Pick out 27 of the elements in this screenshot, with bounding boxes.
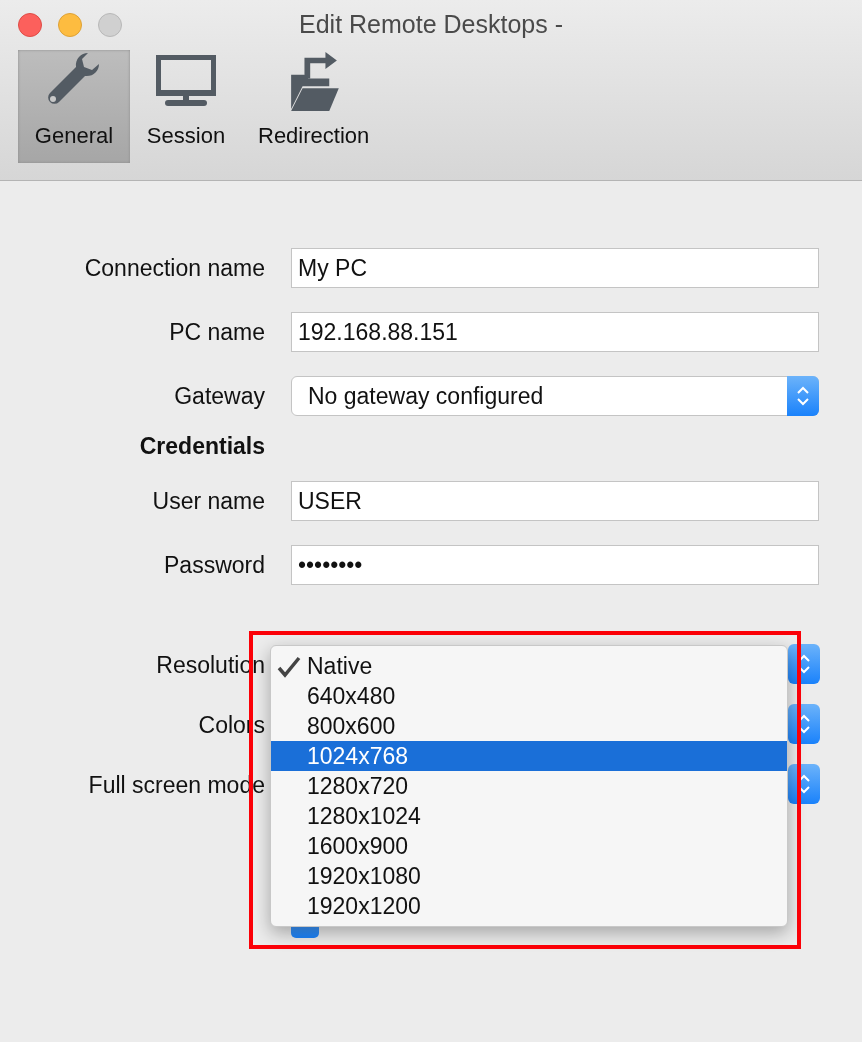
up-down-arrows-icon — [796, 384, 810, 408]
menu-item[interactable]: 1280x720 — [271, 771, 787, 801]
input-field[interactable]: My PC — [291, 248, 819, 288]
toolbar-tab[interactable]: Session — [130, 50, 242, 163]
toolbar-tab[interactable]: General — [18, 50, 130, 163]
menu-item[interactable]: Native — [271, 651, 787, 681]
menu-item[interactable]: 1920x1080 — [271, 861, 787, 891]
toolbar-tab[interactable]: Redirection — [242, 50, 386, 163]
menu-item[interactable]: 1024x768 — [271, 741, 787, 771]
menu-item[interactable]: 1600x900 — [271, 831, 787, 861]
field-label: Password — [164, 551, 265, 579]
select-field[interactable]: No gateway configured — [291, 376, 819, 416]
field-label: Connection name — [84, 254, 265, 282]
input-field[interactable]: •••••••• — [291, 545, 819, 585]
menu-item[interactable]: 800x600 — [271, 711, 787, 741]
menu-item[interactable]: 1280x1024 — [271, 801, 787, 831]
menu-item[interactable]: 1920x1200 — [271, 891, 787, 921]
close-button[interactable] — [18, 13, 42, 37]
field-label: Gateway — [174, 382, 265, 410]
checkmark-icon — [277, 656, 301, 678]
input-field[interactable]: USER — [291, 481, 819, 521]
field-label: User name — [152, 487, 265, 515]
menu-item[interactable]: 640x480 — [271, 681, 787, 711]
input-field[interactable]: 192.168.88.151 — [291, 312, 819, 352]
section-heading: Credentials — [139, 432, 265, 460]
field-label: PC name — [169, 318, 265, 346]
window-title: Edit Remote Desktops - — [299, 10, 563, 38]
